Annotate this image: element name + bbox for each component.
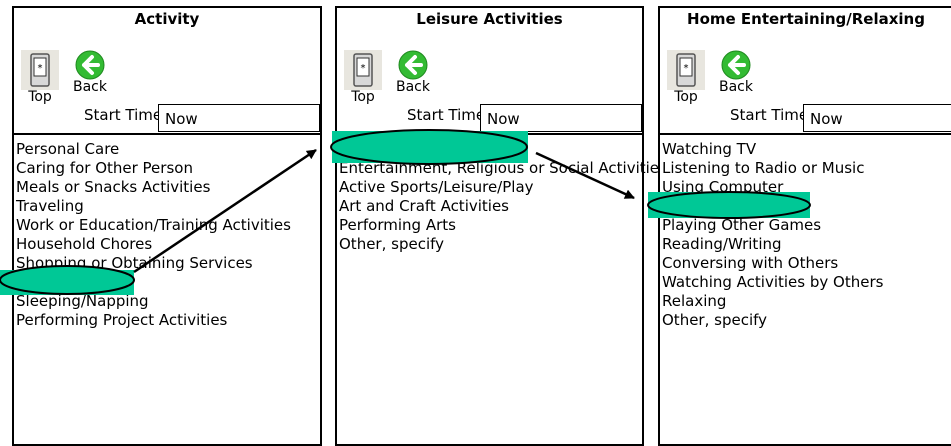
list-item-highlighted[interactable] [16,273,320,292]
list-item[interactable]: Personal Care [16,140,320,159]
start-time-field[interactable]: Now [480,104,642,132]
start-time-field[interactable]: Now [803,104,951,132]
list-item[interactable]: Other, specify [662,311,951,330]
back-button[interactable]: Back [68,50,112,94]
svg-text:*: * [684,63,689,74]
activity-list: Personal Care Caring for Other Person Me… [16,140,320,330]
list-item[interactable]: Watching TV [662,140,951,159]
list-item[interactable]: Relaxing [662,292,951,311]
home-entertaining-panel: Home Entertaining/Relaxing * Top Back St… [658,6,951,446]
handheld-device-icon: * [344,50,382,90]
list-item[interactable]: Entertainment, Religious or Social Activ… [339,159,667,178]
back-arrow-icon [721,50,751,80]
list-item[interactable]: Performing Project Activities [16,311,320,330]
back-arrow-icon [398,50,428,80]
top-label: Top [351,89,375,105]
svg-text:*: * [361,63,366,74]
list-item[interactable]: Household Chores [16,235,320,254]
top-button[interactable]: * Top [18,50,62,104]
list-item[interactable]: Traveling [16,197,320,216]
divider [14,133,320,135]
back-label: Back [73,79,107,95]
back-label: Back [396,79,430,95]
divider [660,133,951,135]
handheld-device-icon: * [21,50,59,90]
list-item[interactable]: Using Computer [662,178,951,197]
list-item[interactable]: Playing Other Games [662,216,951,235]
panel-title: Activity [134,10,200,28]
list-item[interactable]: Active Sports/Leisure/Play [339,178,642,197]
panel-title: Home Entertaining/Relaxing [687,10,925,28]
list-item[interactable]: Meals or Snacks Activities [16,178,320,197]
top-button[interactable]: * Top [664,50,708,104]
list-item[interactable]: Caring for Other Person [16,159,320,178]
list-item[interactable]: Shopping or Obtaining Services [16,254,320,273]
activity-panel: Activity * Top Back Start Time: Now Pers… [12,6,322,446]
back-arrow-icon [75,50,105,80]
start-time-label: Start Time: [407,106,491,124]
list-item[interactable]: Conversing with Others [662,254,951,273]
start-time-label: Start Time: [730,106,814,124]
start-time-field[interactable]: Now [158,104,320,132]
leisure-activities-panel: Leisure Activities * Top Back Start Time… [335,6,667,446]
list-item[interactable]: Sleeping/Napping [16,292,320,311]
list-item[interactable]: Work or Education/Training Activities [16,216,320,235]
leisure-list: Entertainment, Religious or Social Activ… [339,140,667,254]
top-label: Top [28,89,52,105]
list-item-highlighted[interactable] [339,140,642,159]
back-label: Back [719,79,753,95]
panel-title: Leisure Activities [416,10,563,28]
list-item[interactable]: Watching Activities by Others [662,273,951,292]
list-item[interactable]: Art and Craft Activities [339,197,642,216]
list-item[interactable]: Reading/Writing [662,235,951,254]
list-item[interactable]: Performing Arts [339,216,642,235]
back-button[interactable]: Back [391,50,435,94]
back-button[interactable]: Back [714,50,758,94]
handheld-device-icon: * [667,50,705,90]
top-label: Top [674,89,698,105]
home-entertaining-list: Watching TV Listening to Radio or Music … [662,140,951,330]
list-item-highlighted[interactable] [662,197,951,216]
divider [337,133,642,135]
top-button[interactable]: * Top [341,50,385,104]
svg-text:*: * [38,63,43,74]
start-time-label: Start Time: [84,106,168,124]
list-item[interactable]: Other, specify [339,235,642,254]
list-item[interactable]: Listening to Radio or Music [662,159,951,178]
